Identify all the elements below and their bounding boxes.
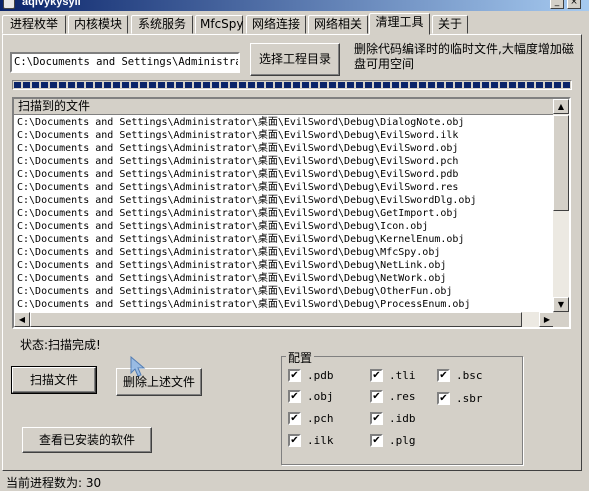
ilk-check-box[interactable]: ✔ [288,434,301,447]
file-row[interactable]: C:\Documents and Settings\Administrator\… [14,129,555,142]
tli-label: .tli [389,369,416,382]
bsc-label: .bsc [456,369,483,382]
cleanup-description: 删除代码编译时的临时文件,大幅度增加磁盘可用空间 [354,42,574,71]
file-rows: C:\Documents and Settings\Administrator\… [14,116,555,312]
file-row[interactable]: C:\Documents and Settings\Administrator\… [14,233,555,246]
file-row[interactable]: C:\Documents and Settings\Administrator\… [14,272,555,285]
sbr-label: .sbr [456,392,483,405]
vertical-scroll-thumb[interactable] [553,115,569,211]
view-installed-software-button[interactable]: 查看已安装的软件 [22,427,152,453]
horizontal-scroll-thumb[interactable] [30,312,522,327]
res-check-box[interactable]: ✔ [370,390,383,403]
tab-cleanup-tools[interactable]: 清理工具 [369,13,430,35]
file-row[interactable]: C:\Documents and Settings\Administrator\… [14,285,555,298]
tab-mfcspy[interactable]: MfcSpy [195,15,244,34]
sbr-check-box[interactable]: ✔ [437,392,450,405]
file-row[interactable]: C:\Documents and Settings\Administrator\… [14,194,555,207]
list-header[interactable]: 扫描到的文件 [14,99,555,115]
idb-check-box[interactable]: ✔ [370,412,383,425]
scan-progress-fill [14,82,570,88]
config-legend: 配置 [286,349,315,366]
horizontal-scrollbar[interactable]: ◀ ▶ [14,312,555,327]
window-title: aqlvykysyli [22,0,81,8]
mouse-cursor-icon [130,356,146,377]
scanned-files-list[interactable]: 扫描到的文件 C:\Documents and Settings\Adminis… [12,97,571,329]
minimize-icon[interactable]: _ [550,0,564,9]
tab-network-related[interactable]: 网络相关 [308,15,368,34]
file-row[interactable]: C:\Documents and Settings\Administrator\… [14,246,555,259]
scroll-corner [553,312,569,327]
left-arrow-icon[interactable]: ◀ [14,312,30,327]
plg-label: .plg [389,434,416,447]
plg-check-box[interactable]: ✔ [370,434,383,447]
close-icon[interactable]: × [567,0,581,9]
checkbox-plg[interactable]: ✔ .plg [370,434,416,448]
checkbox-pch[interactable]: ✔ .pch [288,412,334,426]
checkbox-idb[interactable]: ✔ .idb [370,412,416,426]
tab-about[interactable]: 关于 [432,15,468,34]
project-path-input[interactable]: C:\Documents and Settings\Administrat [10,52,240,73]
file-row[interactable]: C:\Documents and Settings\Administrator\… [14,207,555,220]
checkbox-pdb[interactable]: ✔ .pdb [288,369,334,383]
scan-progress-bar [12,80,572,90]
bsc-check-box[interactable]: ✔ [437,369,450,382]
res-label: .res [389,390,416,403]
pdb-label: .pdb [307,369,334,382]
file-row[interactable]: C:\Documents and Settings\Administrator\… [14,298,555,311]
title-bar: aqlvykysyli _ × [0,0,589,11]
obj-label: .obj [307,390,334,403]
up-arrow-icon[interactable]: ▲ [553,99,569,114]
checkbox-res[interactable]: ✔ .res [370,390,416,404]
tab-strip: 进程枚举 内核模块 系统服务 MfcSpy 网络连接 网络相关 清理工具 关于 [0,13,589,35]
obj-check-box[interactable]: ✔ [288,390,301,403]
file-row[interactable]: C:\Documents and Settings\Administrator\… [14,259,555,272]
tab-kernel-modules[interactable]: 内核模块 [68,15,128,34]
pdb-check-box[interactable]: ✔ [288,369,301,382]
select-project-dir-button[interactable]: 选择工程目录 [250,43,340,76]
app-icon [3,0,15,9]
delete-files-button[interactable]: 删除上述文件 [116,368,202,396]
idb-label: .idb [389,412,416,425]
checkbox-sbr[interactable]: ✔ .sbr [437,392,483,406]
checkbox-obj[interactable]: ✔ .obj [288,390,334,404]
checkbox-bsc[interactable]: ✔ .bsc [437,369,483,383]
tli-check-box[interactable]: ✔ [370,369,383,382]
tab-network-connections[interactable]: 网络连接 [246,15,306,34]
pch-check-box[interactable]: ✔ [288,412,301,425]
ilk-label: .ilk [307,434,334,447]
checkbox-ilk[interactable]: ✔ .ilk [288,434,334,448]
file-row[interactable]: C:\Documents and Settings\Administrator\… [14,116,555,129]
file-row[interactable]: C:\Documents and Settings\Administrator\… [14,181,555,194]
file-row[interactable]: C:\Documents and Settings\Administrator\… [14,155,555,168]
file-row[interactable]: C:\Documents and Settings\Administrator\… [14,220,555,233]
tab-system-services[interactable]: 系统服务 [131,15,193,34]
scan-status: 状态:扫描完成! [20,338,101,352]
pch-label: .pch [307,412,334,425]
vertical-scrollbar[interactable]: ▲ ▼ [553,99,569,312]
down-arrow-icon[interactable]: ▼ [553,297,569,312]
tab-process-enum[interactable]: 进程枚举 [2,15,66,34]
scan-files-button[interactable]: 扫描文件 [11,366,97,394]
file-row[interactable]: C:\Documents and Settings\Administrator\… [14,168,555,181]
checkbox-tli[interactable]: ✔ .tli [370,369,416,383]
file-row[interactable]: C:\Documents and Settings\Administrator\… [14,142,555,155]
